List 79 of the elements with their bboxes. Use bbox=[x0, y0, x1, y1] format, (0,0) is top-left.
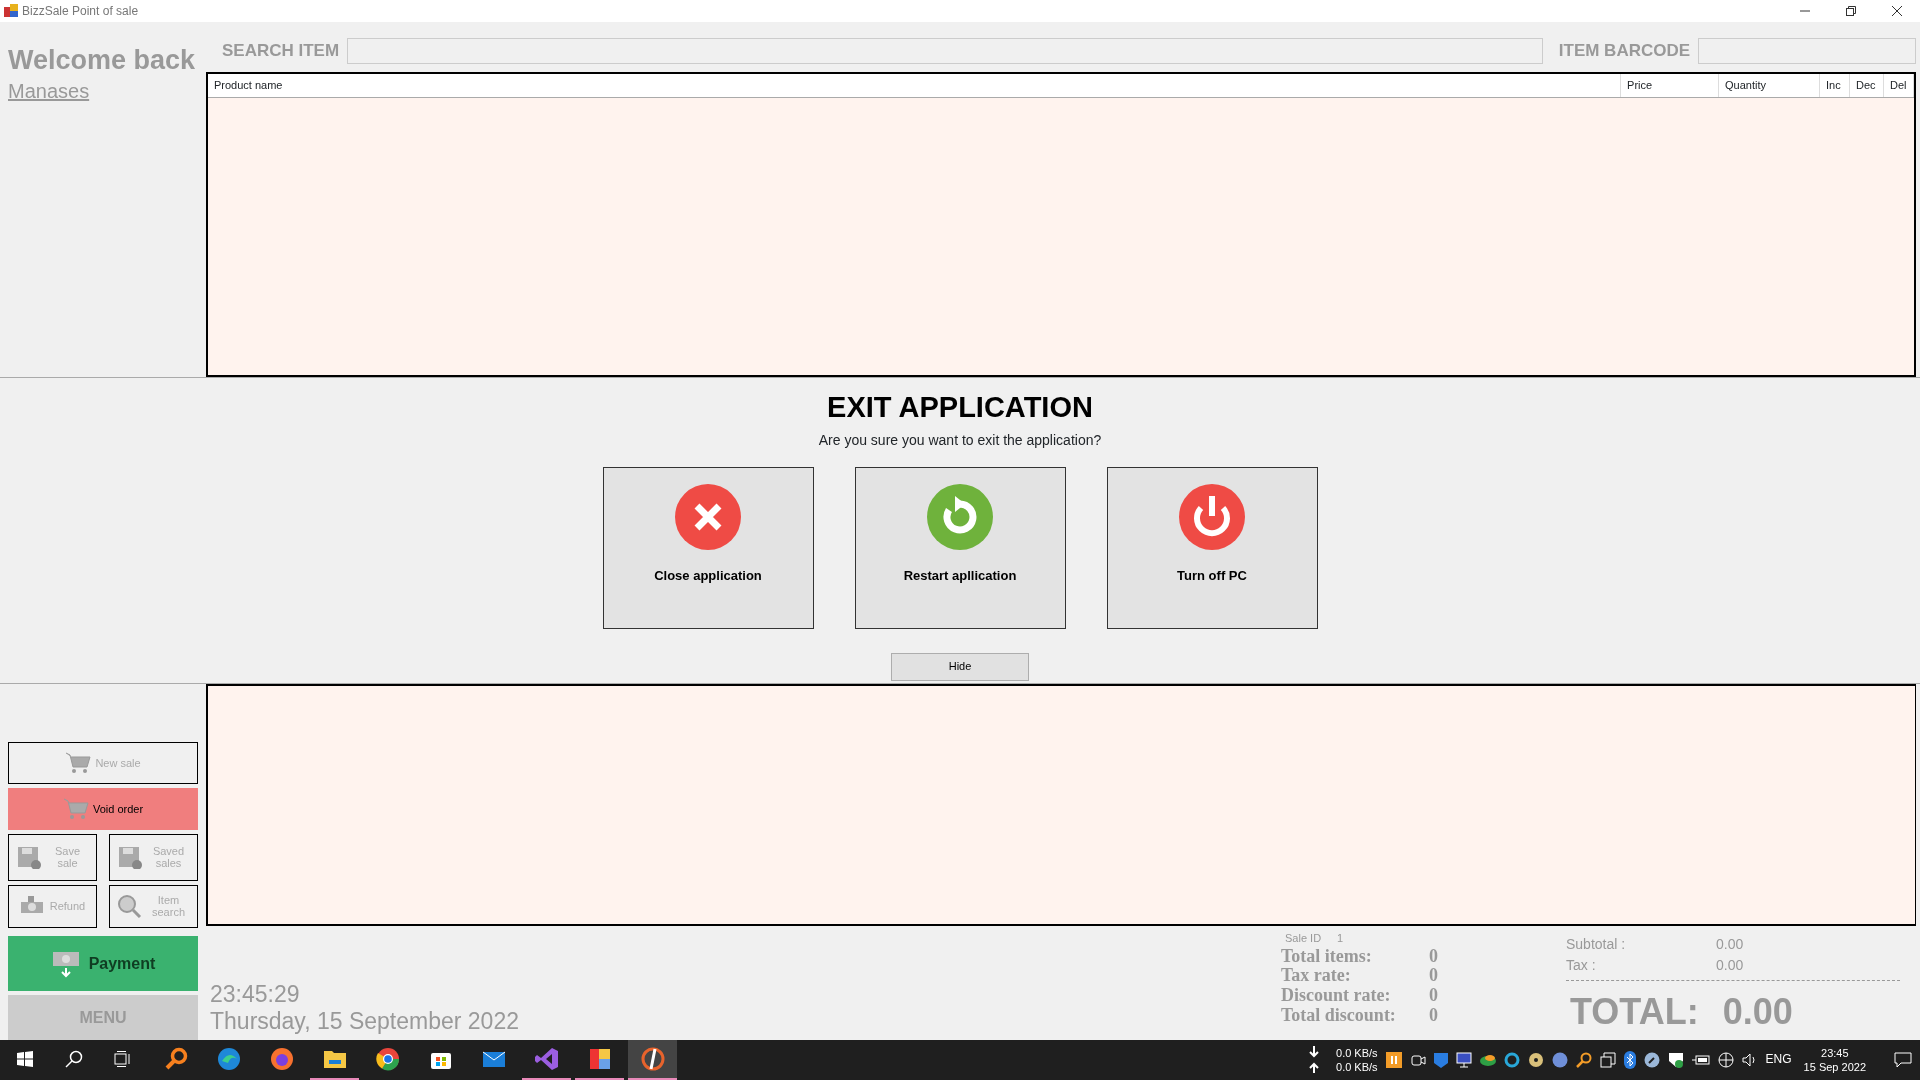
hide-button[interactable]: Hide bbox=[891, 652, 1029, 681]
barcode-label: ITEM BARCODE bbox=[1558, 40, 1691, 63]
taskbar-button[interactable] bbox=[628, 1040, 677, 1080]
search-field[interactable] bbox=[347, 38, 1543, 64]
magnifier-icon[interactable] bbox=[163, 1047, 188, 1071]
stat-label: Total discount: bbox=[1281, 1005, 1397, 1026]
network-speed-arrows-icon bbox=[1308, 1046, 1320, 1074]
speaker-icon[interactable] bbox=[1741, 1052, 1758, 1068]
ring-icon[interactable] bbox=[1503, 1052, 1520, 1068]
total-label: TOTAL: bbox=[1570, 990, 1699, 1034]
bluetooth-icon[interactable] bbox=[1623, 1051, 1636, 1069]
stat-value: 0 bbox=[1429, 966, 1438, 987]
clock-time: 23:45:29 bbox=[210, 980, 301, 1009]
stat-label: Total items: bbox=[1281, 946, 1373, 967]
stat-label: Tax rate: bbox=[1281, 966, 1352, 987]
clock-date: Thursday, 15 September 2022 bbox=[210, 1008, 520, 1036]
cash-icon bbox=[50, 949, 81, 978]
payment-button[interactable]: Payment bbox=[8, 935, 198, 992]
magnifier-icon[interactable] bbox=[1575, 1052, 1592, 1068]
stat-value: 0 bbox=[1429, 1005, 1438, 1026]
stat-value: 0 bbox=[1429, 946, 1438, 967]
close-icon bbox=[675, 483, 741, 550]
column-header: Quantity bbox=[1718, 74, 1820, 97]
window-title: BizzSale Point of sale bbox=[22, 3, 139, 20]
column-header: Price bbox=[1620, 74, 1719, 97]
cart-icon bbox=[65, 750, 92, 775]
magnifier-icon bbox=[116, 894, 143, 919]
ribbon-icon[interactable] bbox=[534, 1047, 559, 1071]
total-line-label: Subtotal : bbox=[1566, 935, 1627, 954]
column-header: Del bbox=[1883, 74, 1914, 97]
total-line-label: Tax : bbox=[1566, 956, 1597, 975]
dialog-title: EXIT APPLICATION bbox=[827, 390, 1093, 425]
language-indicator[interactable]: ENG bbox=[1765, 1052, 1792, 1068]
swirl-icon[interactable] bbox=[216, 1047, 241, 1071]
restart-icon bbox=[927, 483, 993, 550]
notification-icon[interactable] bbox=[1894, 1052, 1912, 1068]
search-icon[interactable] bbox=[64, 1050, 83, 1068]
floppy-disk-icon bbox=[116, 845, 143, 870]
disc-icon[interactable] bbox=[1527, 1052, 1544, 1068]
app-logo-icon bbox=[4, 4, 18, 18]
monitor-icon[interactable] bbox=[1455, 1052, 1472, 1068]
taskbar-clock[interactable]: 23:45 15 Sep 2022 bbox=[1799, 1045, 1870, 1075]
column-header: Inc bbox=[1819, 74, 1850, 97]
shield-icon[interactable] bbox=[1433, 1052, 1448, 1068]
download-speed: 0.0 KB/s bbox=[1336, 1045, 1378, 1060]
barcode-field[interactable] bbox=[1698, 38, 1917, 64]
total-line-value: 0.00 bbox=[1716, 956, 1744, 975]
total-line-value: 0.00 bbox=[1716, 935, 1744, 954]
welcome-heading: Welcome back bbox=[8, 46, 197, 76]
column-header: Product name bbox=[208, 74, 1621, 97]
cart-icon bbox=[62, 796, 89, 821]
camera-icon[interactable] bbox=[1409, 1052, 1426, 1068]
search-label: SEARCH ITEM bbox=[222, 40, 340, 63]
user-name-link[interactable]: Manases bbox=[8, 79, 90, 102]
circle-icon[interactable] bbox=[1551, 1052, 1568, 1068]
restore-icon[interactable] bbox=[1846, 6, 1856, 16]
tiles-icon[interactable] bbox=[587, 1047, 612, 1071]
exit-option-button[interactable]: Close application bbox=[602, 466, 814, 629]
windows-logo-icon[interactable] bbox=[16, 1051, 33, 1067]
dialog-message: Are you sure you want to exit the application? bbox=[818, 430, 1102, 450]
windows-stack-icon[interactable] bbox=[1599, 1052, 1616, 1068]
exit-option-button[interactable]: Turn off PC bbox=[1106, 466, 1318, 629]
action-button[interactable]: Void order bbox=[8, 787, 198, 830]
close-icon[interactable] bbox=[1892, 6, 1902, 16]
battery-icon[interactable] bbox=[1691, 1054, 1710, 1066]
stat-value: 0 bbox=[1429, 986, 1438, 1006]
upload-speed: 0.0 KB/s bbox=[1336, 1060, 1378, 1075]
exit-option-button[interactable]: Restart apllication bbox=[854, 466, 1066, 629]
power-icon bbox=[1179, 483, 1245, 550]
task-view-icon[interactable] bbox=[113, 1051, 132, 1067]
shield-check-icon[interactable] bbox=[1667, 1052, 1684, 1068]
column-header: Dec bbox=[1849, 74, 1884, 97]
sale-id-value: 1 bbox=[1337, 931, 1344, 946]
stat-label: Discount rate: bbox=[1281, 986, 1392, 1006]
total-value: 0.00 bbox=[1722, 990, 1793, 1034]
pause-icon[interactable] bbox=[1385, 1052, 1402, 1068]
floppy-disk-icon bbox=[15, 845, 42, 870]
sale-id-label: Sale ID bbox=[1285, 931, 1322, 946]
ring-icon[interactable] bbox=[375, 1047, 400, 1071]
